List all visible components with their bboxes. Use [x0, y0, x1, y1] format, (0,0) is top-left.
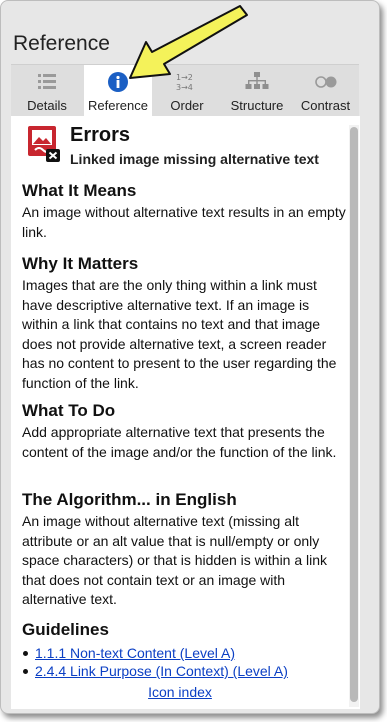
guideline-item: 1.1.1 Non-text Content (Level A)	[22, 644, 347, 662]
section-what-it-means: What It Means An image without alternati…	[22, 180, 347, 242]
guideline-link-1-1-1[interactable]: 1.1.1 Non-text Content (Level A)	[35, 645, 235, 661]
section-text: An image without alternative text (missi…	[22, 513, 328, 607]
icon-index-link[interactable]: Icon index	[148, 684, 212, 700]
section-text: Images that are the only thing within a …	[22, 277, 337, 391]
section-why-it-matters: Why It Matters Images that are the only …	[22, 253, 347, 393]
svg-text:3→4: 3→4	[176, 83, 193, 92]
contrast-icon	[314, 71, 338, 93]
section-heading: Why It Matters	[22, 254, 139, 273]
tab-details[interactable]: Details	[11, 65, 83, 117]
reference-panel: Reference Details Reference 1→2 3→4 Orde…	[0, 0, 380, 714]
list-icon	[35, 71, 59, 93]
section-guidelines: Guidelines 1.1.1 Non-text Content (Level…	[22, 619, 347, 680]
scrollbar[interactable]	[349, 125, 359, 707]
section-text: Add appropriate alternative text that pr…	[22, 424, 337, 460]
section-what-to-do: What To Do Add appropriate alternative t…	[22, 400, 347, 462]
tab-structure-label: Structure	[230, 98, 284, 113]
tab-details-label: Details	[27, 98, 67, 113]
error-description: Linked image missing alternative text	[70, 151, 319, 167]
guidelines-list: 1.1.1 Non-text Content (Level A) 2.4.4 L…	[22, 644, 347, 680]
guideline-link-2-4-4[interactable]: 2.4.4 Link Purpose (In Context) (Level A…	[35, 663, 288, 679]
linked-image-error-icon	[27, 125, 61, 163]
tab-order-label: Order	[170, 98, 204, 113]
callout-arrow-icon	[129, 5, 248, 79]
reference-content: Errors Linked image missing alternative …	[11, 116, 360, 709]
section-heading: Guidelines	[22, 620, 109, 639]
error-category-title: Errors	[70, 124, 131, 146]
tab-reference-label: Reference	[88, 98, 148, 113]
section-heading: What To Do	[22, 401, 116, 420]
section-algorithm: The Algorithm... in English An image wit…	[22, 489, 347, 610]
scroll-thumb[interactable]	[350, 127, 358, 702]
tab-contrast[interactable]: Contrast	[292, 65, 359, 117]
icon-index-footer: Icon index	[11, 684, 349, 700]
section-text: An image without alternative text result…	[22, 204, 346, 240]
tab-contrast-label: Contrast	[300, 98, 351, 113]
section-heading: What It Means	[22, 181, 137, 200]
panel-title: Reference	[13, 32, 110, 55]
section-heading: The Algorithm... in English	[22, 490, 237, 509]
guideline-item: 2.4.4 Link Purpose (In Context) (Level A…	[22, 662, 347, 680]
